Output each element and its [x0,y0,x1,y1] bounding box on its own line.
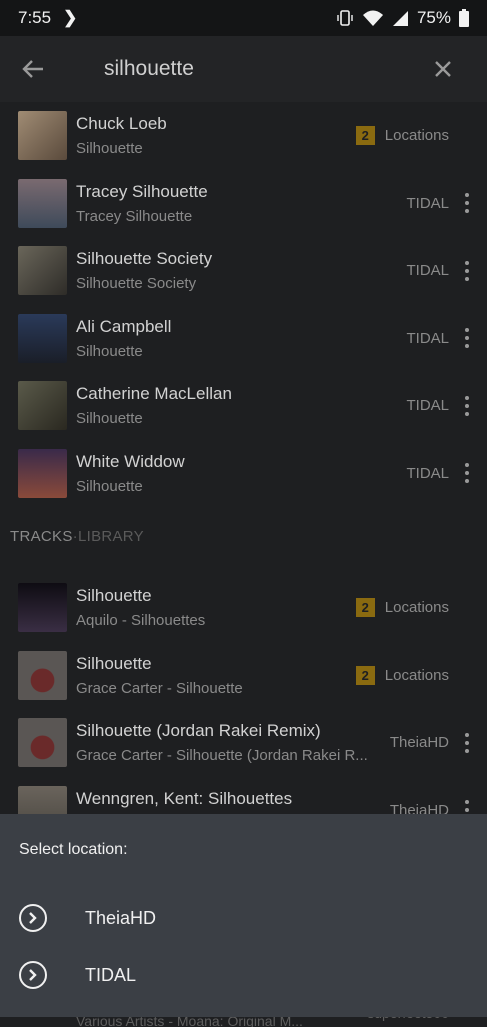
item-title: Silhouette Society [76,249,213,268]
item-title: Chuck Loeb [76,114,167,133]
locations-count-badge: 2 [355,126,375,146]
locations-count-badge: 2 [355,665,375,685]
item-subtitle: Grace Carter - Silhouette [76,679,243,697]
search-results: Chuck Loeb Silhouette 2 Locations Tracey… [0,102,487,844]
source-label: superfoot500 [367,1017,449,1021]
item-subtitle: Silhouette Society [76,275,197,292]
wifi-icon [362,10,383,26]
item-subtitle: Silhouette [76,410,143,427]
location-option-theiahd[interactable]: TheiaHD [0,890,487,946]
search-input[interactable]: silhouette [104,57,413,81]
locations-button[interactable]: 2 Locations [355,598,449,618]
sheet-title: Select location: [19,841,128,858]
more-options-icon[interactable] [461,193,473,214]
item-subtitle: Various Artists - Moana: Original M... [76,1017,303,1027]
locations-label: Locations [384,599,449,617]
source-label: TIDAL [406,397,449,415]
more-options-icon[interactable] [461,732,473,753]
locations-button[interactable]: 2 Locations [355,126,449,146]
album-art [18,246,67,296]
close-icon [435,61,451,77]
select-location-sheet: Select location: TheiaHD TIDAL [0,814,487,1017]
tracks-section-header: TRACKS · LIBRARY [0,507,487,565]
clear-search-button[interactable] [413,36,473,102]
item-title: Tracey Silhouette [76,181,208,201]
item-title: Silhouette [76,586,152,605]
chevron-right-icon: ❯ [63,8,78,27]
section-title: TRACKS [10,527,73,545]
list-item[interactable]: Silhouette Aquilo - Silhouettes 2 Locati… [0,574,487,642]
item-title: Silhouette [76,653,152,673]
item-subtitle: Silhouette [76,477,143,495]
list-item[interactable]: White Widdow Silhouette TIDAL [0,440,487,508]
source-label: TheiaHD [389,734,449,752]
item-title: Catherine MacLellan [76,384,232,403]
album-art [18,178,67,228]
arrow-left-icon [22,60,43,78]
list-item[interactable]: Silhouette Grace Carter - Silhouette 2 L… [0,642,487,710]
album-art [18,448,67,498]
list-item[interactable]: Catherine MacLellan Silhouette TIDAL [0,372,487,440]
status-bar: 7:55 ❯ 75% [0,0,487,36]
locations-button[interactable]: 2 Locations [355,665,449,685]
location-option-tidal[interactable]: TIDAL [0,947,487,1003]
chevron-circle-icon [19,904,47,932]
item-subtitle: Aquilo - Silhouettes [76,612,206,629]
album-art [18,381,67,431]
battery-icon [459,9,469,27]
section-scope-toggle[interactable]: LIBRARY [78,528,144,545]
list-item[interactable]: Chuck Loeb Silhouette 2 Locations [0,102,487,170]
more-options-icon[interactable] [461,395,473,416]
item-title: Wenngren, Kent: Silhouettes [76,788,293,808]
item-title: White Widdow [76,451,185,471]
item-title: Ali Campbell [76,316,172,336]
list-item[interactable]: Ali Campbell Silhouette TIDAL [0,305,487,373]
item-subtitle: Grace Carter - Silhouette (Jordan Rakei … [76,747,368,764]
status-icons: 75% [336,8,469,28]
item-subtitle: Silhouette [76,342,143,360]
source-label: TIDAL [406,329,449,347]
location-option-label: TIDAL [85,964,137,985]
search-bar: silhouette [0,36,487,102]
status-time: 7:55 [18,8,52,27]
item-subtitle: Tracey Silhouette [76,207,193,225]
album-art [18,313,67,363]
locations-count-badge: 2 [355,598,375,618]
album-art [18,111,67,161]
chevron-circle-icon [19,961,47,989]
album-art [18,650,67,700]
list-item[interactable]: Silhouette (Jordan Rakei Remix) Grace Ca… [0,709,487,777]
locations-label: Locations [384,666,449,684]
source-label: TIDAL [406,464,449,482]
locations-label: Locations [384,127,449,145]
vibrate-icon [337,10,353,26]
back-button[interactable] [0,36,66,102]
item-title: Silhouette (Jordan Rakei Remix) [76,721,321,740]
location-option-label: TheiaHD [85,907,157,928]
album-art [18,718,67,768]
list-item[interactable]: Tracey Silhouette Tracey Silhouette TIDA… [0,170,487,238]
more-options-icon[interactable] [461,328,473,349]
source-label: TIDAL [406,194,449,212]
signal-icon [392,10,408,26]
battery-percent: 75% [416,8,451,27]
item-subtitle: Silhouette [76,140,143,157]
list-item-peek: Various Artists - Moana: Original M... s… [0,1017,487,1027]
album-art [18,583,67,633]
more-options-icon[interactable] [461,260,473,281]
list-item[interactable]: Silhouette Society Silhouette Society TI… [0,237,487,305]
source-label: TIDAL [406,262,449,280]
more-options-icon[interactable] [461,463,473,484]
